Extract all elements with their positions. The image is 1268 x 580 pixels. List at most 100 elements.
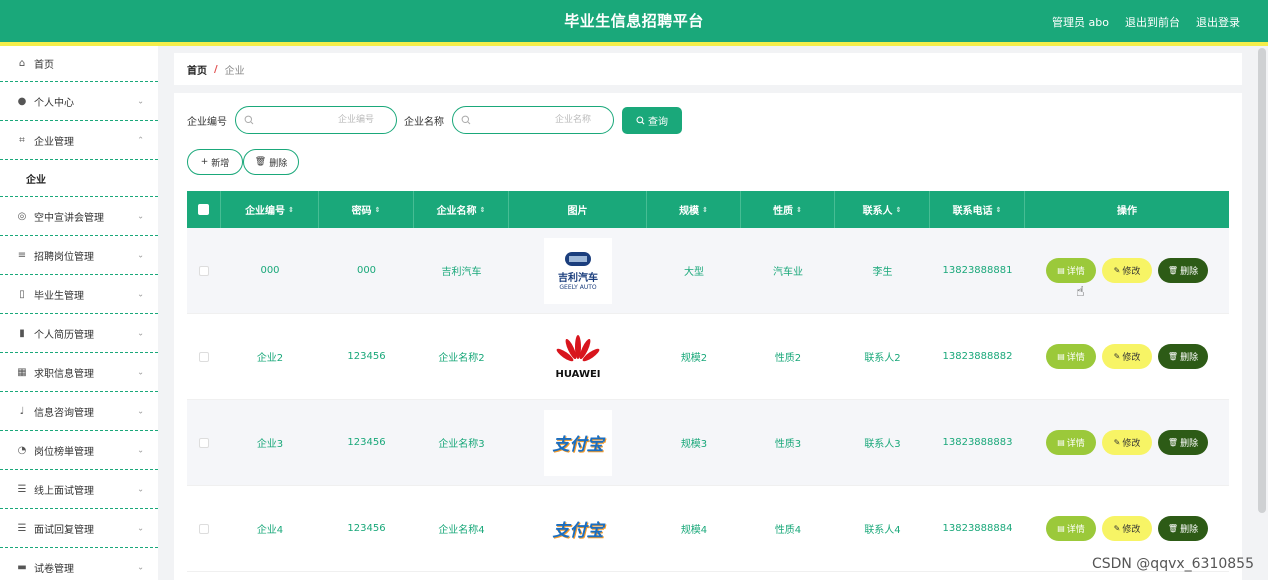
sidebar-item[interactable]: ♩ 信息咨询管理 ⌄: [0, 392, 158, 431]
column-header[interactable]: 联系人 ⇕: [835, 191, 930, 228]
watermark: CSDN @qqvx_6310855: [1091, 556, 1254, 572]
chevron-down-icon: ⌄: [137, 96, 144, 106]
sidebar-item-label: 企业管理: [34, 136, 74, 148]
name-search-box[interactable]: [452, 106, 614, 134]
edit-button[interactable]: ✎ 修改: [1102, 344, 1152, 369]
sort-icon[interactable]: ⇕: [702, 206, 708, 214]
sidebar-item[interactable]: ◎ 空中宣讲会管理 ⌄: [0, 197, 158, 236]
column-header[interactable]: 企业名称 ⇕: [414, 191, 509, 228]
add-button[interactable]: + 新增: [187, 149, 243, 175]
sidebar-item[interactable]: ▯ 毕业生管理 ⌄: [0, 275, 158, 314]
header-actions: 管理员 abo 退出到前台 退出登录: [1052, 14, 1240, 30]
chevron-down-icon: ⌄: [137, 250, 144, 260]
sort-icon[interactable]: ⇕: [996, 206, 1002, 214]
delete-button[interactable]: 🗑︎ 删除: [1158, 430, 1208, 455]
column-header[interactable]: 性质 ⇕: [741, 191, 835, 228]
column-header[interactable]: 企业编号 ⇕: [221, 191, 319, 228]
delete-button[interactable]: 🗑︎ 删除: [1158, 516, 1208, 541]
sort-icon[interactable]: ⇕: [896, 206, 902, 214]
edit-button-label: 修改: [1122, 353, 1141, 363]
sidebar-item[interactable]: ● 个人中心 ⌄: [0, 82, 158, 121]
cell-code: 企业4: [256, 525, 284, 536]
exit-to-front-link[interactable]: 退出到前台: [1125, 14, 1180, 30]
row-checkbox[interactable]: [199, 523, 209, 534]
sidebar-item-label: 求职信息管理: [34, 368, 94, 380]
sort-icon[interactable]: ⇕: [375, 206, 381, 214]
row-checkbox[interactable]: [199, 351, 209, 362]
sidebar: ⌂ 首页 ● 个人中心 ⌄ ⌗ 企业管理 ⌃ 企业 ◎ 空中宣讲会管理 ⌄ ≡ 招聘岗位管理 ⌄ ▯ 毕业生管理…: [0, 46, 158, 580]
row-checkbox-cell: [187, 400, 221, 485]
cell-scale: 规模3: [680, 439, 708, 450]
scrollbar[interactable]: [1258, 48, 1266, 513]
delete-button[interactable]: 🗑︎ 删除: [1158, 344, 1208, 369]
row-checkbox[interactable]: [199, 265, 209, 276]
sidebar-item[interactable]: ☰ 面试回复管理 ⌄: [0, 509, 158, 548]
detail-button[interactable]: ▤ 详情: [1046, 258, 1096, 283]
name-search-input[interactable]: [453, 107, 613, 133]
trash-icon: 🗑︎: [1167, 266, 1179, 275]
breadcrumb-home[interactable]: 首页: [187, 62, 207, 77]
batch-delete-button[interactable]: 🗑︎ 删除: [243, 149, 299, 175]
doc-icon: ▤: [1057, 266, 1065, 275]
sidebar-item[interactable]: ⌂ 首页: [0, 46, 158, 82]
code-search-input[interactable]: [236, 107, 396, 133]
column-header[interactable]: 密码 ⇕: [319, 191, 414, 228]
accent-line: [0, 42, 1268, 46]
sidebar-item[interactable]: ▬ 试卷管理 ⌄: [0, 548, 158, 580]
logout-link[interactable]: 退出登录: [1196, 14, 1240, 30]
sidebar-item[interactable]: ▦ 求职信息管理 ⌄: [0, 353, 158, 392]
sort-icon[interactable]: ⇕: [480, 206, 486, 214]
query-button[interactable]: 查询: [622, 106, 682, 134]
trash-icon: 🗑︎: [1167, 438, 1179, 447]
logo-text-en: HUAWEI: [555, 369, 601, 380]
cell-phone: 13823888881: [942, 265, 1013, 276]
cell-scale: 规模2: [680, 353, 708, 364]
sidebar-item[interactable]: ▮ 个人简历管理 ⌄: [0, 314, 158, 353]
edit-button[interactable]: ✎ 修改: [1102, 430, 1152, 455]
delete-button[interactable]: 🗑︎ 删除: [1158, 258, 1208, 283]
row-checkbox-cell: [187, 314, 221, 399]
sort-icon[interactable]: ⇕: [288, 206, 294, 214]
column-header[interactable]: 联系电话 ⇕: [930, 191, 1025, 228]
grid-icon: ▦: [17, 366, 27, 378]
edit-button[interactable]: ✎ 修改: [1102, 516, 1152, 541]
detail-button[interactable]: ▤ 详情: [1046, 344, 1096, 369]
sidebar-item-label: 个人简历管理: [34, 329, 94, 341]
logo-text-cn: 支付宝: [552, 521, 604, 541]
breadcrumb: 首页 / 企业: [174, 53, 1242, 85]
row-actions: ▤ 详情 ✎ 修改 🗑︎ 删除: [1025, 228, 1229, 313]
sidebar-item-label: 首页: [34, 60, 54, 71]
detail-button[interactable]: ▤ 详情: [1046, 516, 1096, 541]
sort-icon[interactable]: ⇕: [796, 206, 802, 214]
code-search-box[interactable]: [235, 106, 397, 134]
detail-button[interactable]: ▤ 详情: [1046, 430, 1096, 455]
select-all-checkbox[interactable]: [198, 204, 209, 215]
column-header: 操作: [1025, 191, 1229, 228]
cell-password: 123456: [347, 437, 386, 448]
edit-button[interactable]: ✎ 修改: [1102, 258, 1152, 283]
content-panel: 企业编号 企业名称 查询 + 新增 🗑︎ 删除: [174, 93, 1242, 580]
column-header[interactable]: 图片: [509, 191, 647, 228]
detail-button-label: 详情: [1066, 439, 1085, 449]
cell-nature: 性质4: [774, 525, 802, 536]
query-label: 查询: [648, 116, 668, 128]
column-header[interactable]: 规模 ⇕: [647, 191, 741, 228]
cell-password: 000: [356, 265, 377, 276]
sidebar-item-label: 招聘岗位管理: [34, 251, 94, 263]
home-icon: ⌂: [18, 58, 26, 69]
cell-phone: 13823888884: [942, 523, 1013, 534]
doc-icon: ▤: [1057, 524, 1065, 533]
trash-icon: 🗑︎: [1167, 352, 1179, 361]
cell-name: 企业名称2: [438, 353, 485, 364]
sidebar-item[interactable]: 企业: [0, 160, 158, 197]
edit-button-label: 修改: [1122, 439, 1141, 449]
row-checkbox[interactable]: [199, 437, 209, 448]
sidebar-item[interactable]: ◔ 岗位榜単管理 ⌄: [0, 431, 158, 470]
table-row: 000 000 吉利汽车 吉利汽车 GEELY AUTO 大型 汽车业 李生 138238888…: [187, 228, 1229, 314]
sidebar-item[interactable]: ≡ 招聘岗位管理 ⌄: [0, 236, 158, 275]
sidebar-item[interactable]: ⌗ 企业管理 ⌃: [0, 121, 158, 160]
row-actions: ▤ 详情 ✎ 修改 🗑︎ 删除: [1025, 400, 1229, 485]
sidebar-item-label: 面试回复管理: [34, 524, 94, 536]
company-table: 企业编号 ⇕ 密码 ⇕ 企业名称 ⇕ 图片 规模 ⇕ 性质 ⇕ 联系人 ⇕ 联系电话 ⇕ 操作 000 000 吉利…: [187, 191, 1229, 572]
sidebar-item[interactable]: ☰ 线上面试管理 ⌄: [0, 470, 158, 509]
